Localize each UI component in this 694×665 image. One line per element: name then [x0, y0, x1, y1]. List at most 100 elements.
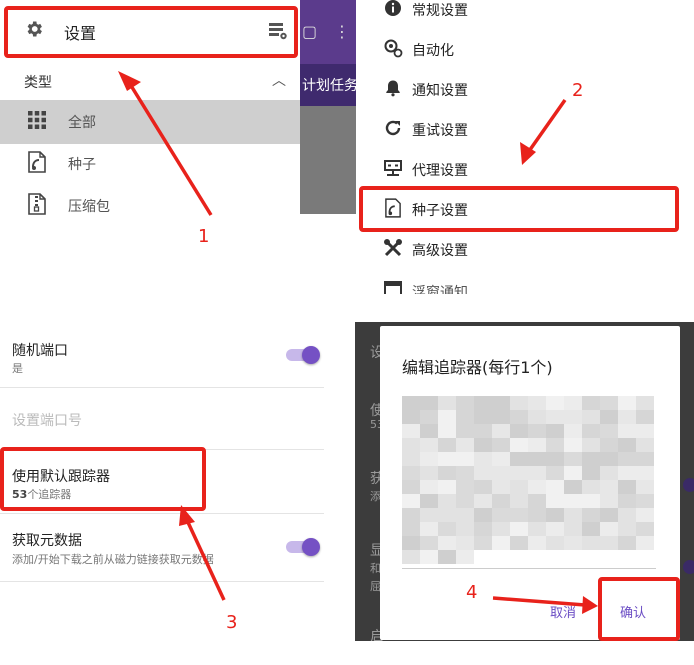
random-port-toggle[interactable]: [286, 346, 320, 364]
navigation-drawer: 设置 类型 ︿ 全部 种子 压缩包: [0, 0, 300, 215]
app-bar-behind: ▢ ⋮: [300, 0, 356, 64]
blurred-tracker-cell: [456, 480, 474, 494]
blurred-tracker-cell: [564, 438, 582, 452]
blurred-tracker-cell: [456, 508, 474, 522]
default-tracker-row[interactable]: 使用默认跟踪器 53个追踪器: [0, 450, 324, 514]
info-icon: [382, 0, 404, 22]
blurred-tracker-cell: [456, 452, 474, 466]
blurred-tracker-cell: [474, 452, 492, 466]
blurred-tracker-cell: [618, 452, 636, 466]
blurred-tracker-cell: [438, 452, 456, 466]
metadata-row[interactable]: 获取元数据 添加/开始下载之前从磁力链接获取元数据: [0, 514, 324, 582]
blurred-tracker-cell: [438, 480, 456, 494]
blurred-tracker-cell: [510, 522, 528, 536]
settings-item-general[interactable]: 常规设置: [382, 0, 468, 24]
confirm-button[interactable]: 确认: [620, 602, 646, 621]
settings-item-automation[interactable]: 自动化: [382, 36, 454, 64]
refresh-icon: [382, 119, 404, 142]
drawer-item-label: 全部: [68, 115, 96, 131]
blurred-tracker-cell: [474, 410, 492, 424]
blurred-tracker-cell: [546, 494, 564, 508]
blurred-tracker-cell: [492, 508, 510, 522]
drawer-item-torrent[interactable]: 种子: [0, 142, 300, 186]
blurred-tracker-cell: [546, 480, 564, 494]
blurred-tracker-cell: [546, 424, 564, 438]
settings-row[interactable]: 设置: [10, 8, 294, 56]
automation-icon: [382, 38, 404, 63]
tracker-textarea[interactable]: [402, 396, 656, 566]
tracker-dialog-panel: 设 使 53 获 添 显 和 屈 启 编辑追踪器(每行1个) 取消 确认: [355, 322, 694, 641]
blurred-tracker-cell: [600, 508, 618, 522]
window-icon: [382, 280, 404, 294]
blurred-tracker-cell: [582, 480, 600, 494]
blurred-tracker-cell: [492, 424, 510, 438]
blurred-tracker-cell: [492, 438, 510, 452]
blurred-tracker-cell: [420, 396, 438, 410]
blurred-tracker-cell: [582, 536, 600, 550]
blurred-tracker-cell: [600, 536, 618, 550]
blurred-tracker-cell: [438, 508, 456, 522]
blurred-tracker-cell: [492, 466, 510, 480]
blurred-tracker-cell: [438, 396, 456, 410]
drawer-item-archive[interactable]: 压缩包: [0, 184, 300, 226]
settings-item-torrent[interactable]: 种子设置: [382, 196, 468, 224]
blurred-tracker-cell: [528, 522, 546, 536]
tracker-count: 53个追踪器: [12, 488, 72, 501]
settings-item-label: 重试设置: [412, 123, 468, 139]
blurred-tracker-cell: [474, 438, 492, 452]
blurred-tracker-cell: [474, 494, 492, 508]
random-port-title: 随机端口: [12, 343, 68, 359]
blurred-tracker-cell: [510, 452, 528, 466]
blurred-tracker-cell: [438, 494, 456, 508]
settings-item-label: 自动化: [412, 43, 454, 59]
blurred-tracker-cell: [618, 424, 636, 438]
blurred-tracker-cell: [636, 424, 654, 438]
blurred-tracker-cell: [528, 452, 546, 466]
blurred-tracker-cell: [636, 508, 654, 522]
blurred-tracker-cell: [402, 438, 420, 452]
drawer-panel: ▢ ⋮ 计划任务 设置 类型 ︿ 全部 种子 压缩包: [0, 0, 356, 226]
blurred-tracker-cell: [582, 466, 600, 480]
scheduled-tasks-tab[interactable]: 计划任务: [302, 75, 356, 95]
cancel-button[interactable]: 取消: [550, 602, 576, 621]
settings-item-label: 种子设置: [412, 203, 468, 219]
type-header: 类型: [24, 75, 52, 91]
settings-item-proxy[interactable]: 代理设置: [382, 156, 468, 184]
blurred-tracker-cell: [402, 452, 420, 466]
drawer-item-all[interactable]: 全部: [0, 100, 300, 144]
blurred-tracker-cell: [420, 480, 438, 494]
blurred-tracker-cell: [402, 536, 420, 550]
blurred-tracker-cell: [420, 550, 438, 564]
blurred-tracker-cell: [474, 396, 492, 410]
blurred-tracker-cell: [402, 396, 420, 410]
blurred-tracker-cell: [456, 522, 474, 536]
blurred-tracker-cell: [546, 522, 564, 536]
blurred-tracker-cell: [600, 410, 618, 424]
blurred-tracker-cell: [420, 466, 438, 480]
blurred-tracker-cell: [600, 452, 618, 466]
blurred-tracker-cell: [564, 452, 582, 466]
blurred-tracker-cell: [492, 396, 510, 410]
blurred-tracker-cell: [528, 508, 546, 522]
blurred-tracker-cell: [528, 424, 546, 438]
settings-item-advanced[interactable]: 高级设置: [382, 236, 468, 264]
metadata-desc: 添加/开始下载之前从磁力链接获取元数据: [12, 553, 214, 566]
annotation-number: 4: [466, 582, 478, 603]
blurred-tracker-cell: [420, 536, 438, 550]
blurred-tracker-cell: [564, 480, 582, 494]
blurred-tracker-cell: [456, 494, 474, 508]
blurred-tracker-cell: [546, 508, 564, 522]
storage-settings-icon[interactable]: [268, 21, 288, 45]
settings-item-retry[interactable]: 重试设置: [382, 116, 468, 144]
grid-icon: [26, 110, 48, 134]
chevron-up-icon[interactable]: ︿: [272, 70, 286, 90]
settings-item-notification[interactable]: 通知设置: [382, 76, 468, 104]
blurred-tracker-cell: [582, 494, 600, 508]
random-port-row[interactable]: 随机端口 是: [0, 322, 324, 388]
blurred-tracker-cell: [564, 410, 582, 424]
metadata-toggle[interactable]: [286, 538, 320, 556]
blurred-tracker-cell: [510, 494, 528, 508]
settings-item-floating[interactable]: 浮窗通知: [382, 278, 468, 294]
dialog-title: 编辑追踪器(每行1个): [402, 358, 553, 377]
blurred-tracker-cell: [456, 550, 474, 564]
